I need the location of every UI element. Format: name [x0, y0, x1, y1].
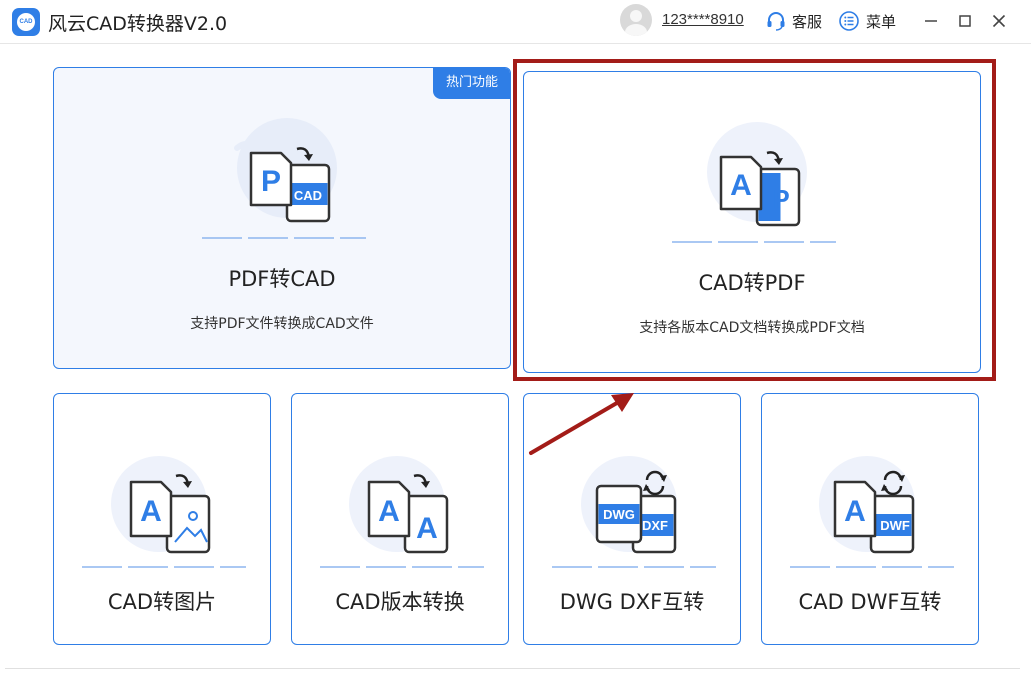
- card-pdf-to-cad[interactable]: 热门功能 CAD P PDF转CAD 支持PDF文件转换成CAD文件: [53, 67, 511, 369]
- minimize-icon: [925, 20, 937, 22]
- card-cad-dwf-convert[interactable]: DWF A CAD DWF互转: [761, 393, 979, 645]
- menu-button[interactable]: 菜单: [838, 10, 896, 32]
- cad-dwf-back-label: DWF: [880, 518, 910, 533]
- maximize-icon: [959, 15, 971, 27]
- highlight-frame: [513, 59, 996, 381]
- pdf-to-cad-front-label: P: [261, 165, 281, 198]
- dwg-dxf-back-label: DXF: [642, 518, 668, 533]
- cad-dwf-front-label: A: [844, 495, 866, 528]
- maximize-button[interactable]: [954, 10, 976, 32]
- card-cad-version-convert[interactable]: A A CAD版本转换: [291, 393, 509, 645]
- cad-version-back-label: A: [416, 512, 438, 545]
- bottom-divider: [5, 668, 1020, 669]
- cad-dwf-icon: DWF A: [790, 456, 954, 568]
- avatar[interactable]: [620, 4, 652, 36]
- service-button[interactable]: 客服: [765, 10, 822, 32]
- title-bar: CAD 风云CAD转换器V2.0 123****8910 客服 菜单: [0, 0, 1031, 44]
- user-account-link[interactable]: 123****8910: [662, 11, 744, 28]
- app-logo-text: CAD: [17, 13, 35, 31]
- minimize-button[interactable]: [920, 10, 942, 32]
- card-title: CAD转图片: [107, 590, 217, 614]
- card-title: CAD版本转换: [335, 590, 465, 614]
- app-title: 风云CAD转换器V2.0: [48, 13, 228, 35]
- card-dwg-dxf-convert[interactable]: DXF DWG DWG DXF互转: [523, 393, 741, 645]
- list-menu-icon: [839, 11, 859, 31]
- cad-version-icon: A A: [320, 456, 484, 568]
- card-title: DWG DXF互转: [559, 590, 705, 614]
- close-icon: [992, 14, 1006, 28]
- dwg-dxf-front-label: DWG: [603, 507, 635, 522]
- card-title: PDF转CAD: [228, 267, 336, 291]
- cad-to-image-icon: A: [82, 456, 246, 568]
- hot-feature-badge: 热门功能: [433, 68, 510, 99]
- card-title: CAD DWF互转: [798, 590, 942, 614]
- dwg-dxf-icon: DXF DWG: [552, 456, 716, 568]
- cad-version-front-label: A: [378, 495, 400, 528]
- cad-to-image-front-label: A: [140, 495, 162, 528]
- pdf-to-cad-back-label: CAD: [294, 188, 322, 203]
- close-button[interactable]: [988, 10, 1010, 32]
- menu-label: 菜单: [866, 12, 897, 31]
- app-logo-icon: CAD: [12, 8, 40, 36]
- card-cad-to-image[interactable]: A CAD转图片: [53, 393, 271, 645]
- headset-icon: [767, 12, 785, 31]
- card-description: 支持PDF文件转换成CAD文件: [190, 316, 374, 332]
- service-label: 客服: [792, 12, 823, 31]
- pdf-to-cad-icon: CAD P: [202, 118, 366, 239]
